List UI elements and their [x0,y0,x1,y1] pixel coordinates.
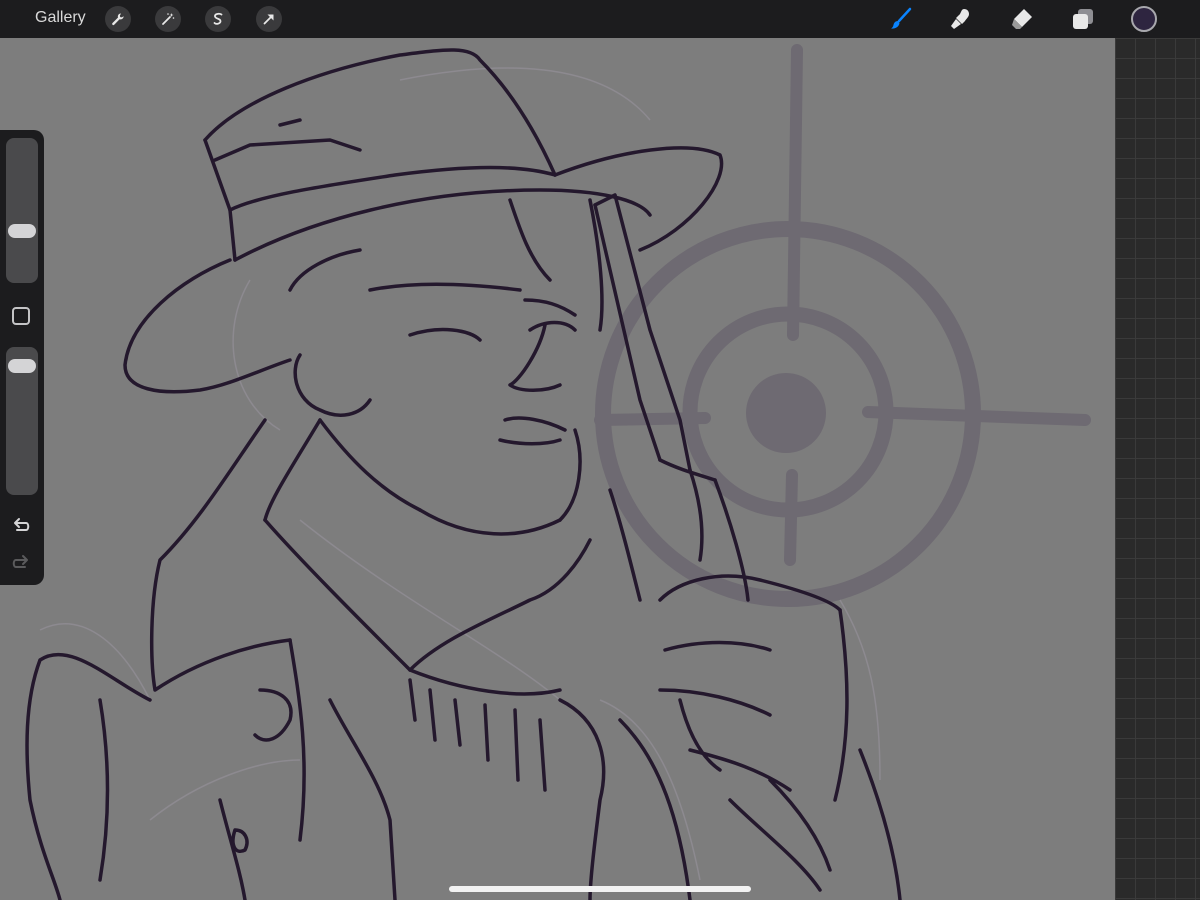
construction-sketch [39,67,881,881]
home-indicator[interactable] [449,886,751,892]
smudge-icon [951,9,969,29]
layers-icon [1073,9,1093,29]
selection-button[interactable] [205,6,231,32]
selection-icon [213,12,223,25]
brush-size-slider[interactable] [6,138,38,283]
modify-button[interactable] [12,307,30,325]
sketch-artwork [25,44,1091,900]
eraser-tool-button[interactable] [1008,5,1036,33]
target-background-drawing [594,44,1091,607]
eraser-icon [1012,9,1032,29]
magic-wand-icon [162,13,175,25]
gallery-button[interactable]: Gallery [35,9,86,27]
layers-button[interactable] [1069,5,1097,33]
canvas-grid-background [1115,38,1200,900]
undo-icon[interactable] [10,515,32,537]
transform-arrow-icon [263,14,274,25]
actions-button[interactable] [105,6,131,32]
wrench-icon [112,13,124,26]
transform-button[interactable] [256,6,282,32]
smudge-tool-button[interactable] [947,5,975,33]
top-toolbar: Gallery [0,0,1200,38]
drawing-canvas[interactable] [0,38,1115,900]
brush-size-thumb[interactable] [8,223,36,238]
adjustments-button[interactable] [155,6,181,32]
left-sidebar [0,130,44,585]
color-picker-button[interactable] [1131,6,1157,32]
opacity-slider[interactable] [6,347,38,495]
character-line-art [25,48,902,900]
redo-icon[interactable] [10,552,32,574]
opacity-thumb[interactable] [8,359,36,374]
brush-tool-button[interactable] [887,5,915,33]
brush-icon [891,7,912,29]
